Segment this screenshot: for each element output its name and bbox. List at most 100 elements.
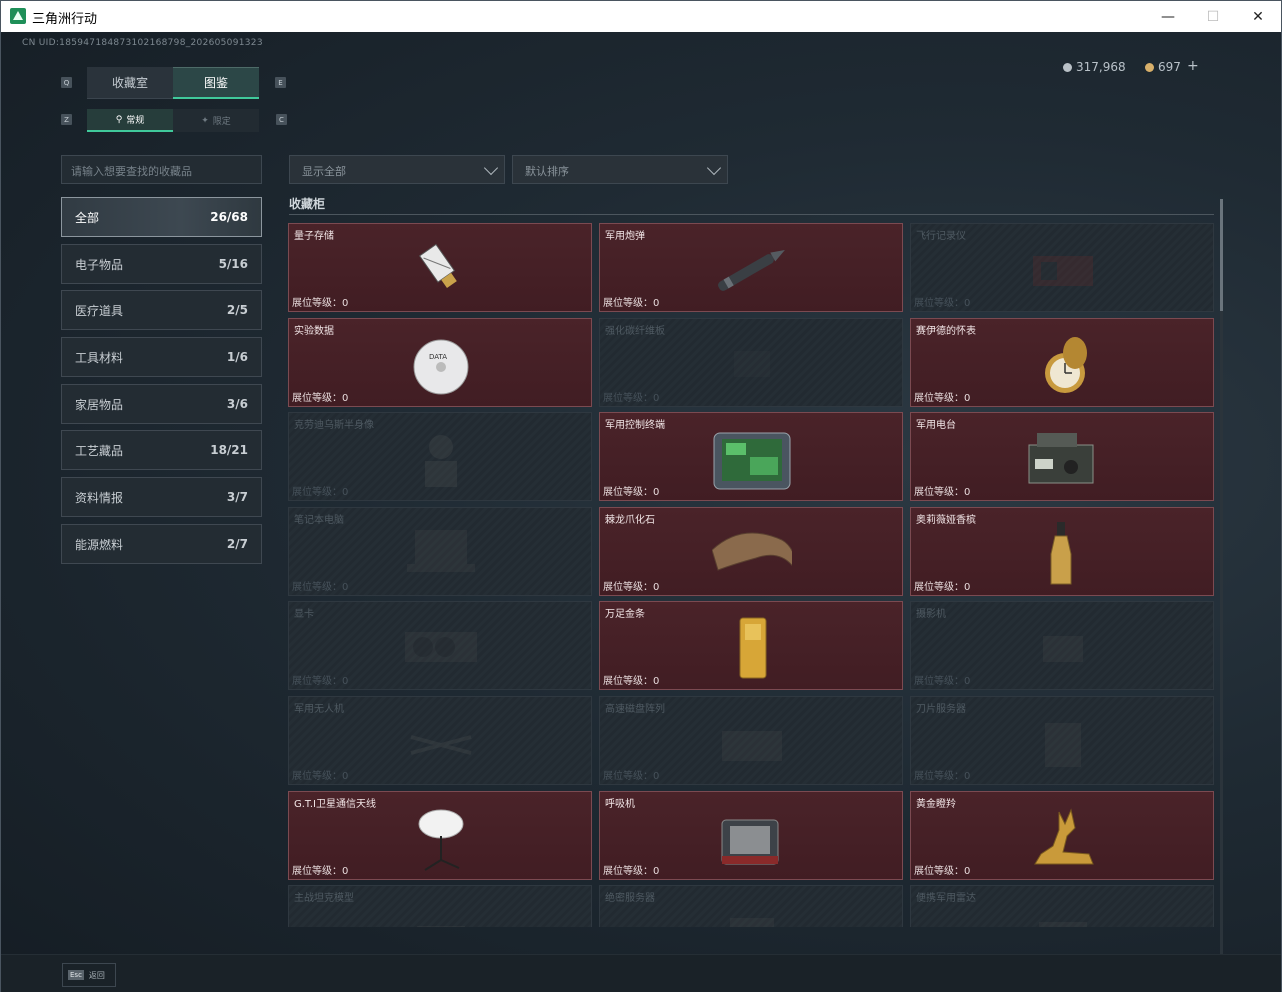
collection-item-card[interactable]: 黄金瞪羚 展位等级：0 [910, 790, 1214, 880]
item-display-level: 展位等级：0 [914, 487, 971, 499]
tank-model-icon [401, 896, 481, 927]
collection-item-card[interactable]: G.T.I卫星通信天线 展位等级：0 [288, 790, 592, 880]
collection-item-card[interactable]: 摄影机 展位等级：0 [910, 601, 1214, 691]
sort-dropdown[interactable]: 默认排序 [512, 155, 728, 184]
esc-key: Esc [68, 970, 84, 980]
item-name: 便携军用雷达 [916, 893, 976, 905]
item-name: 显卡 [294, 609, 314, 621]
collection-item-card[interactable]: 赛伊德的怀表 展位等级：0 [910, 317, 1214, 407]
collection-item-card[interactable]: 万足金条 展位等级：0 [599, 601, 903, 691]
item-name: 军用电台 [916, 420, 956, 432]
collection-item-card[interactable]: 实验数据 DATA 展位等级：0 [288, 317, 592, 407]
collection-item-card[interactable]: 强化碳纤维板 展位等级：0 [599, 317, 903, 407]
flight-recorder-icon [1023, 234, 1103, 304]
satellite-dish-icon [401, 802, 481, 872]
collection-grid: 量子存储 展位等级：0 军用炮弹 展位等级：0 飞行记录仪 展位等级：0 实验数据 DATA 展… [288, 223, 1215, 927]
silver-amount: 317,968 [1076, 60, 1126, 74]
footer-bar: Esc 返回 [1, 954, 1281, 992]
collection-item-card[interactable]: 便携军用雷达 [910, 885, 1214, 927]
collection-item-card[interactable]: 主战坦克模型 [288, 885, 592, 927]
item-name: 棘龙爪化石 [605, 514, 655, 526]
item-display-level: 展位等级：0 [292, 581, 349, 593]
item-display-level: 展位等级：0 [914, 298, 971, 309]
carbon-plate-icon [712, 329, 792, 399]
item-display-level: 展位等级：0 [914, 771, 971, 782]
add-currency-button[interactable]: + [1187, 58, 1199, 74]
section-divider [289, 214, 1214, 215]
category-energy[interactable]: 能源燃料 2/7 [61, 524, 262, 564]
item-display-level: 展位等级：0 [292, 487, 349, 499]
subtab-normal[interactable]: ⚲ 常规 [87, 109, 173, 132]
champagne-icon [1023, 518, 1103, 588]
collection-item-card[interactable]: 飞行记录仪 展位等级：0 [910, 223, 1214, 312]
collection-item-card[interactable]: 显卡 展位等级：0 [288, 601, 592, 691]
bust-icon [401, 423, 481, 493]
item-name: 摄影机 [916, 609, 946, 621]
gold-amount: 697 [1158, 60, 1181, 74]
category-label: 医疗道具 [75, 303, 124, 318]
scrollbar-thumb[interactable] [1220, 199, 1223, 311]
item-display-level: 展位等级：0 [914, 865, 971, 877]
gold-bar-icon [712, 612, 792, 682]
item-display-level: 展位等级：0 [292, 865, 349, 877]
item-name: 军用控制终端 [605, 420, 665, 432]
item-display-level: 展位等级：0 [603, 771, 660, 782]
title-bar: 三角洲行动 — ☐ ✕ [1, 1, 1281, 32]
collection-item-card[interactable]: 棘龙爪化石 展位等级：0 [599, 506, 903, 596]
category-crafts[interactable]: 工艺藏品 18/21 [61, 430, 262, 470]
chevron-down-icon [706, 160, 722, 176]
maximize-button[interactable]: ☐ [1190, 1, 1236, 32]
collection-item-card[interactable]: 军用无人机 展位等级：0 [288, 696, 592, 785]
category-label: 工艺藏品 [75, 443, 124, 458]
scrollbar[interactable] [1220, 199, 1223, 959]
window-title: 三角洲行动 [32, 12, 98, 27]
app-window: 三角洲行动 — ☐ ✕ CN UID:1859471848731021687​9… [0, 0, 1282, 992]
subtab-prev-key: Z [61, 114, 72, 125]
tab-collection-room[interactable]: 收藏室 [87, 67, 173, 99]
category-count: 18/21 [210, 443, 248, 457]
collection-item-card[interactable]: 军用炮弹展位等级：0 [599, 223, 903, 312]
item-name: 强化碳纤维板 [605, 325, 665, 337]
uid-text: CN UID:1859471848731021687​98_2026050913… [22, 38, 263, 48]
subtab-limited[interactable]: ✦ 限定 [173, 109, 259, 132]
tab-next-key: E [275, 77, 286, 88]
category-tools[interactable]: 工具材料 1/6 [61, 337, 262, 377]
back-button[interactable]: Esc 返回 [62, 963, 116, 987]
item-display-level: 展位等级：0 [603, 487, 660, 499]
category-count: 3/7 [226, 490, 248, 504]
disk-array-icon [712, 707, 792, 777]
search-input[interactable]: 请输入想要查找的收藏品 [61, 155, 262, 184]
collection-item-card[interactable]: 军用电台展位等级：0 [910, 412, 1214, 502]
item-name: 奥莉薇娅香槟 [916, 514, 976, 526]
close-button[interactable]: ✕ [1235, 1, 1281, 32]
item-display-level: 展位等级：0 [603, 298, 660, 309]
app-logo-icon [10, 8, 26, 24]
item-name: 军用炮弹 [605, 231, 645, 242]
category-medical[interactable]: 医疗道具 2/5 [61, 290, 262, 330]
tab-codex[interactable]: 图鉴 [173, 67, 259, 99]
category-electronics[interactable]: 电子物品 5/16 [61, 244, 262, 284]
item-name: 笔记本电脑 [294, 514, 344, 526]
server-icon [712, 896, 792, 927]
collection-item-card[interactable]: 高速磁盘阵列 展位等级：0 [599, 696, 903, 785]
category-count: 2/5 [226, 303, 248, 317]
category-household[interactable]: 家居物品 3/6 [61, 384, 262, 424]
item-name: 万足金条 [605, 609, 645, 621]
minimize-button[interactable]: — [1145, 1, 1191, 32]
category-intel[interactable]: 资料情报 3/7 [61, 477, 262, 517]
collection-item-card[interactable]: 克劳迪乌斯半身像 展位等级：0 [288, 412, 592, 502]
collection-item-card[interactable]: 军用控制终端 展位等级：0 [599, 412, 903, 502]
limited-icon: ✦ [201, 115, 209, 126]
filter-dropdown[interactable]: 显示全部 [289, 155, 505, 184]
item-name: 实验数据 [294, 325, 334, 337]
collection-item-card[interactable]: 量子存储 展位等级：0 [288, 223, 592, 312]
category-all[interactable]: 全部 26/68 [61, 197, 262, 237]
collection-item-card[interactable]: 笔记本电脑展位等级：0 [288, 506, 592, 596]
collection-item-card[interactable]: 刀片服务器 展位等级：0 [910, 696, 1214, 785]
collection-item-card[interactable]: 绝密服务器 [599, 885, 903, 927]
gold-coin-icon [1145, 62, 1154, 72]
ventilator-icon [712, 802, 792, 872]
collection-item-card[interactable]: 呼吸机 展位等级：0 [599, 790, 903, 880]
collection-item-card[interactable]: 奥莉薇娅香槟 展位等级：0 [910, 506, 1214, 596]
category-count: 2/7 [226, 537, 248, 551]
